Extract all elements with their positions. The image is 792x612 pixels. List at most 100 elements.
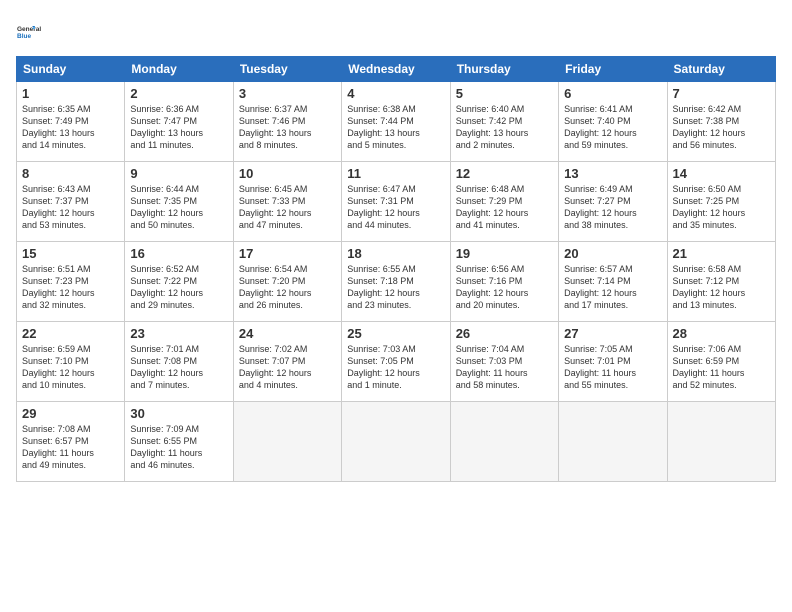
col-header-monday: Monday <box>125 57 233 82</box>
calendar-cell <box>559 402 667 482</box>
day-info: Sunrise: 6:59 AM Sunset: 7:10 PM Dayligh… <box>22 343 119 392</box>
day-number: 13 <box>564 166 661 181</box>
calendar-cell <box>233 402 341 482</box>
calendar-table: SundayMondayTuesdayWednesdayThursdayFrid… <box>16 56 776 482</box>
calendar-cell: 6 Sunrise: 6:41 AM Sunset: 7:40 PM Daylig… <box>559 82 667 162</box>
calendar-cell: 16Sunrise: 6:52 AM Sunset: 7:22 PM Dayli… <box>125 242 233 322</box>
week-row-1: 1 Sunrise: 6:35 AM Sunset: 7:49 PM Daylig… <box>17 82 776 162</box>
calendar-cell: 12 Sunrise: 6:48 AM Sunset: 7:29 PM Dayli… <box>450 162 558 242</box>
calendar-cell: 27 Sunrise: 7:05 AM Sunset: 7:01 PM Dayli… <box>559 322 667 402</box>
day-number: 23 <box>130 326 227 341</box>
calendar-cell: 18 Sunrise: 6:55 AM Sunset: 7:18 PM Dayli… <box>342 242 450 322</box>
calendar-cell: 20Sunrise: 6:57 AM Sunset: 7:14 PM Dayli… <box>559 242 667 322</box>
day-info: Sunrise: 6:35 AM Sunset: 7:49 PM Dayligh… <box>22 103 119 152</box>
svg-text:Blue: Blue <box>17 33 31 40</box>
calendar-cell: 28 Sunrise: 7:06 AM Sunset: 6:59 PM Dayli… <box>667 322 775 402</box>
calendar-cell: 29 Sunrise: 7:08 AM Sunset: 6:57 PM Dayli… <box>17 402 125 482</box>
day-number: 8 <box>22 166 119 181</box>
col-header-sunday: Sunday <box>17 57 125 82</box>
col-header-thursday: Thursday <box>450 57 558 82</box>
day-info: Sunrise: 7:04 AM Sunset: 7:03 PM Dayligh… <box>456 343 553 392</box>
day-number: 5 <box>456 86 553 101</box>
day-info: Sunrise: 6:49 AM Sunset: 7:27 PM Dayligh… <box>564 183 661 232</box>
day-number: 16 <box>130 246 227 261</box>
day-info: Sunrise: 6:43 AM Sunset: 7:37 PM Dayligh… <box>22 183 119 232</box>
day-info: Sunrise: 6:38 AM Sunset: 7:44 PM Dayligh… <box>347 103 444 152</box>
day-info: Sunrise: 6:54 AM Sunset: 7:20 PM Dayligh… <box>239 263 336 312</box>
header-row: SundayMondayTuesdayWednesdayThursdayFrid… <box>17 57 776 82</box>
day-info: Sunrise: 6:36 AM Sunset: 7:47 PM Dayligh… <box>130 103 227 152</box>
calendar-cell: 26 Sunrise: 7:04 AM Sunset: 7:03 PM Dayli… <box>450 322 558 402</box>
col-header-tuesday: Tuesday <box>233 57 341 82</box>
day-number: 25 <box>347 326 444 341</box>
calendar-cell <box>450 402 558 482</box>
day-number: 14 <box>673 166 770 181</box>
day-info: Sunrise: 7:03 AM Sunset: 7:05 PM Dayligh… <box>347 343 444 392</box>
day-number: 19 <box>456 246 553 261</box>
calendar-cell: 22Sunrise: 6:59 AM Sunset: 7:10 PM Dayli… <box>17 322 125 402</box>
calendar-cell: 2 Sunrise: 6:36 AM Sunset: 7:47 PM Daylig… <box>125 82 233 162</box>
day-number: 10 <box>239 166 336 181</box>
day-number: 30 <box>130 406 227 421</box>
week-row-4: 22Sunrise: 6:59 AM Sunset: 7:10 PM Dayli… <box>17 322 776 402</box>
day-number: 7 <box>673 86 770 101</box>
header: General Blue <box>16 16 776 46</box>
day-number: 27 <box>564 326 661 341</box>
calendar-cell: 4 Sunrise: 6:38 AM Sunset: 7:44 PM Daylig… <box>342 82 450 162</box>
day-info: Sunrise: 7:08 AM Sunset: 6:57 PM Dayligh… <box>22 423 119 472</box>
day-info: Sunrise: 7:05 AM Sunset: 7:01 PM Dayligh… <box>564 343 661 392</box>
day-info: Sunrise: 6:55 AM Sunset: 7:18 PM Dayligh… <box>347 263 444 312</box>
week-row-2: 8 Sunrise: 6:43 AM Sunset: 7:37 PM Daylig… <box>17 162 776 242</box>
day-info: Sunrise: 7:01 AM Sunset: 7:08 PM Dayligh… <box>130 343 227 392</box>
day-info: Sunrise: 6:41 AM Sunset: 7:40 PM Dayligh… <box>564 103 661 152</box>
day-number: 29 <box>22 406 119 421</box>
day-number: 15 <box>22 246 119 261</box>
day-number: 17 <box>239 246 336 261</box>
day-info: Sunrise: 6:42 AM Sunset: 7:38 PM Dayligh… <box>673 103 770 152</box>
week-row-3: 15Sunrise: 6:51 AM Sunset: 7:23 PM Dayli… <box>17 242 776 322</box>
day-number: 1 <box>22 86 119 101</box>
calendar-cell: 11 Sunrise: 6:47 AM Sunset: 7:31 PM Dayli… <box>342 162 450 242</box>
calendar-cell: 1 Sunrise: 6:35 AM Sunset: 7:49 PM Daylig… <box>17 82 125 162</box>
calendar-cell: 13 Sunrise: 6:49 AM Sunset: 7:27 PM Dayli… <box>559 162 667 242</box>
day-number: 28 <box>673 326 770 341</box>
day-info: Sunrise: 7:09 AM Sunset: 6:55 PM Dayligh… <box>130 423 227 472</box>
calendar-cell: 19 Sunrise: 6:56 AM Sunset: 7:16 PM Dayli… <box>450 242 558 322</box>
day-number: 3 <box>239 86 336 101</box>
calendar-cell: 24Sunrise: 7:02 AM Sunset: 7:07 PM Dayli… <box>233 322 341 402</box>
day-number: 4 <box>347 86 444 101</box>
day-number: 6 <box>564 86 661 101</box>
calendar-cell: 8 Sunrise: 6:43 AM Sunset: 7:37 PM Daylig… <box>17 162 125 242</box>
day-number: 12 <box>456 166 553 181</box>
logo-icon: General Blue <box>16 16 46 46</box>
day-number: 20 <box>564 246 661 261</box>
calendar-cell: 14 Sunrise: 6:50 AM Sunset: 7:25 PM Dayli… <box>667 162 775 242</box>
calendar-cell <box>667 402 775 482</box>
calendar-cell: 5 Sunrise: 6:40 AM Sunset: 7:42 PM Daylig… <box>450 82 558 162</box>
day-info: Sunrise: 7:06 AM Sunset: 6:59 PM Dayligh… <box>673 343 770 392</box>
calendar-cell: 10 Sunrise: 6:45 AM Sunset: 7:33 PM Dayli… <box>233 162 341 242</box>
day-info: Sunrise: 6:50 AM Sunset: 7:25 PM Dayligh… <box>673 183 770 232</box>
day-info: Sunrise: 6:40 AM Sunset: 7:42 PM Dayligh… <box>456 103 553 152</box>
day-number: 2 <box>130 86 227 101</box>
day-number: 26 <box>456 326 553 341</box>
day-info: Sunrise: 6:44 AM Sunset: 7:35 PM Dayligh… <box>130 183 227 232</box>
week-row-5: 29 Sunrise: 7:08 AM Sunset: 6:57 PM Dayli… <box>17 402 776 482</box>
logo: General Blue <box>16 16 46 46</box>
day-info: Sunrise: 6:45 AM Sunset: 7:33 PM Dayligh… <box>239 183 336 232</box>
col-header-wednesday: Wednesday <box>342 57 450 82</box>
day-number: 24 <box>239 326 336 341</box>
day-number: 11 <box>347 166 444 181</box>
calendar-cell: 3Sunrise: 6:37 AM Sunset: 7:46 PM Daylig… <box>233 82 341 162</box>
calendar-cell: 30 Sunrise: 7:09 AM Sunset: 6:55 PM Dayli… <box>125 402 233 482</box>
day-number: 18 <box>347 246 444 261</box>
day-info: Sunrise: 6:48 AM Sunset: 7:29 PM Dayligh… <box>456 183 553 232</box>
calendar-cell <box>342 402 450 482</box>
col-header-saturday: Saturday <box>667 57 775 82</box>
day-number: 21 <box>673 246 770 261</box>
day-info: Sunrise: 6:47 AM Sunset: 7:31 PM Dayligh… <box>347 183 444 232</box>
calendar-cell: 17 Sunrise: 6:54 AM Sunset: 7:20 PM Dayli… <box>233 242 341 322</box>
day-number: 9 <box>130 166 227 181</box>
calendar-cell: 15Sunrise: 6:51 AM Sunset: 7:23 PM Dayli… <box>17 242 125 322</box>
day-info: Sunrise: 6:56 AM Sunset: 7:16 PM Dayligh… <box>456 263 553 312</box>
